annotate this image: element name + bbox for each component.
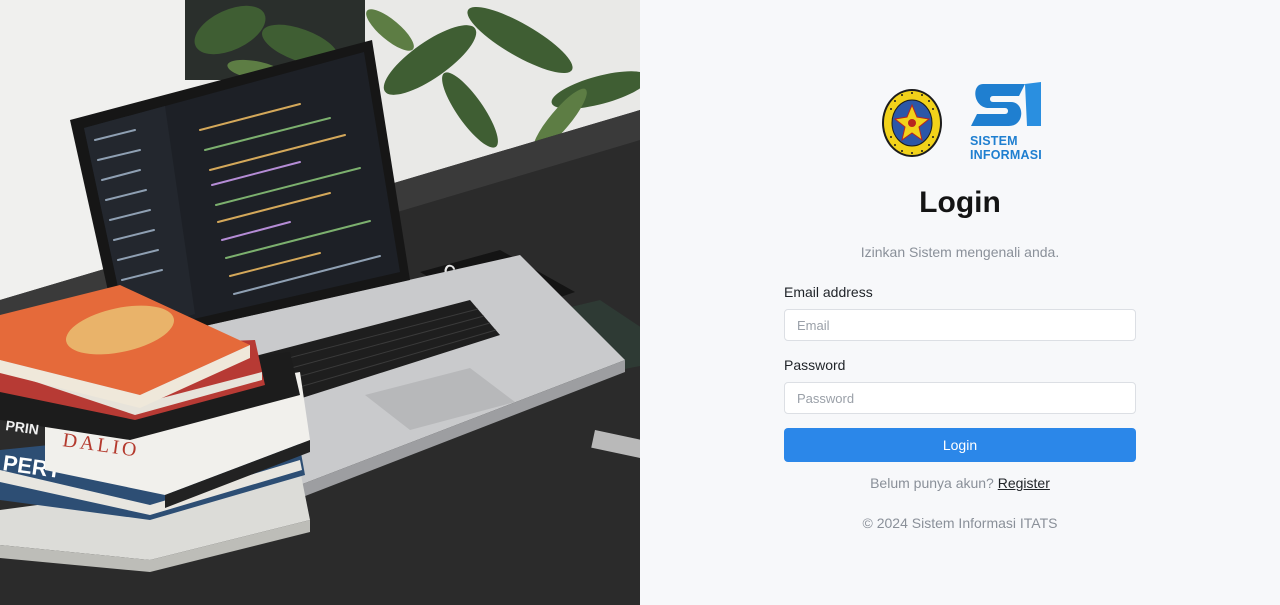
logo-row: SISTEM INFORMASI: [640, 82, 1280, 162]
login-form: Email address Password Login: [784, 284, 1136, 462]
email-group: Email address: [784, 284, 1136, 341]
page-subtitle: Izinkan Sistem mengenali anda.: [860, 244, 1060, 260]
password-group: Password: [784, 357, 1136, 414]
laptop-desk-illustration: COMME des: [0, 0, 640, 605]
itats-logo: [882, 89, 942, 157]
register-prompt-text: Belum punya akun?: [870, 475, 994, 491]
si-logo-line2: INFORMASI: [970, 148, 1042, 162]
si-logo-mark: [971, 82, 1041, 126]
page-title: Login: [919, 186, 1001, 219]
password-label: Password: [784, 357, 846, 373]
si-logo-line1: SISTEM: [970, 134, 1018, 148]
email-label: Email address: [784, 284, 873, 300]
register-prompt: Belum punya akun? Register: [640, 475, 1280, 491]
hero-image: COMME des: [0, 0, 640, 605]
footer-copyright: © 2024 Sistem Informasi ITATS: [862, 515, 1058, 531]
email-field[interactable]: [784, 309, 1136, 341]
si-logo-text: SISTEM INFORMASI: [970, 134, 1042, 162]
login-button[interactable]: Login: [784, 428, 1136, 462]
si-logo: SISTEM INFORMASI: [969, 82, 1043, 162]
login-page: COMME des: [0, 0, 1280, 605]
register-link[interactable]: Register: [998, 475, 1050, 491]
password-field[interactable]: [784, 382, 1136, 414]
login-panel: SISTEM INFORMASI Login Izinkan Sistem me…: [640, 0, 1280, 605]
